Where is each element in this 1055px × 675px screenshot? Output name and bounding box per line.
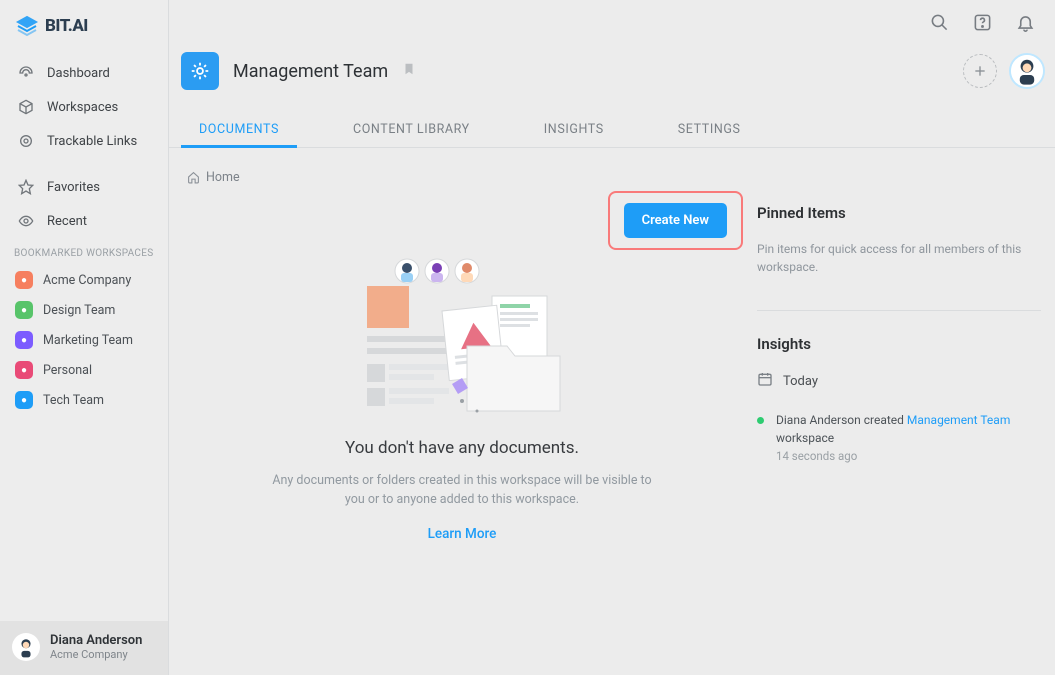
sidebar-item-label: Workspaces xyxy=(47,100,118,115)
sidebar-item-recent[interactable]: Recent xyxy=(0,204,168,238)
today-label: Today xyxy=(783,374,818,389)
insights-title: Insights xyxy=(757,335,1041,353)
bookmarked-workspace-label: Personal xyxy=(43,363,92,378)
bookmarked-workspace-label: Design Team xyxy=(43,303,115,318)
search-icon[interactable] xyxy=(930,13,949,32)
sidebar-nav: Dashboard Workspaces Trackable Links xyxy=(0,56,168,158)
tab-label: CONTENT LIBRARY xyxy=(353,122,470,137)
pinned-items-title: Pinned Items xyxy=(757,204,1041,222)
documents-pane: Home Create New xyxy=(169,148,755,675)
bookmarked-workspace-marketing[interactable]: ● Marketing Team xyxy=(0,325,168,355)
panel-separator xyxy=(757,310,1041,311)
bookmarked-workspace-design[interactable]: ● Design Team xyxy=(0,295,168,325)
home-icon xyxy=(187,170,200,185)
user-org: Acme Company xyxy=(50,648,142,661)
activity-link[interactable]: Management Team xyxy=(907,413,1010,427)
add-member-button[interactable] xyxy=(963,54,997,88)
sidebar-item-trackable-links[interactable]: Trackable Links xyxy=(0,124,168,158)
sidebar-quick: Favorites Recent xyxy=(0,170,168,238)
workspace-title: Management Team xyxy=(233,61,388,82)
right-panel: Pinned Items Pin items for quick access … xyxy=(755,148,1055,675)
workspace-color-chip: ● xyxy=(15,271,33,289)
workspace-color-chip: ● xyxy=(15,391,33,409)
sidebar-item-label: Recent xyxy=(47,214,87,229)
insights-today: Today xyxy=(757,371,1041,391)
box-icon xyxy=(17,98,35,116)
create-new-button[interactable]: Create New xyxy=(624,203,727,238)
empty-title: You don't have any documents. xyxy=(181,438,743,458)
bookmarked-workspace-personal[interactable]: ● Personal xyxy=(0,355,168,385)
workspace-color-chip: ● xyxy=(15,361,33,379)
workspace-header: Management Team xyxy=(169,44,1055,102)
tab-documents[interactable]: DOCUMENTS xyxy=(181,112,297,147)
pinned-items-help: Pin items for quick access for all membe… xyxy=(757,240,1041,276)
activity-item: Diana Anderson created Management Team w… xyxy=(757,411,1041,463)
sidebar-item-dashboard[interactable]: Dashboard xyxy=(0,56,168,90)
gauge-icon xyxy=(17,64,35,82)
bookmarked-workspace-label: Tech Team xyxy=(43,393,104,408)
bookmarked-workspace-label: Acme Company xyxy=(43,273,131,288)
tab-label: SETTINGS xyxy=(678,122,741,137)
eye-icon xyxy=(17,212,35,230)
bookmarked-workspace-tech[interactable]: ● Tech Team xyxy=(0,385,168,415)
bell-icon[interactable] xyxy=(1016,13,1035,32)
brand-logo-icon xyxy=(15,14,39,38)
user-name: Diana Anderson xyxy=(50,633,142,648)
tabs: DOCUMENTS CONTENT LIBRARY INSIGHTS SETTI… xyxy=(169,112,1055,148)
tab-settings[interactable]: SETTINGS xyxy=(660,112,759,147)
help-icon[interactable] xyxy=(973,13,992,32)
bookmarked-workspaces-header: BOOKMARKED WORKSPACES xyxy=(0,238,168,265)
sidebar: BIT.AI Dashboard Workspaces Trackable Li… xyxy=(0,0,169,675)
brand-name: BIT.AI xyxy=(45,16,88,36)
learn-more-link[interactable]: Learn More xyxy=(181,526,743,542)
bookmarked-workspace-label: Marketing Team xyxy=(43,333,133,348)
avatar xyxy=(12,633,40,661)
workspace-color-chip: ● xyxy=(15,301,33,319)
tab-label: DOCUMENTS xyxy=(199,122,279,137)
workspace-color-chip: ● xyxy=(15,331,33,349)
sidebar-user[interactable]: Diana Anderson Acme Company xyxy=(0,621,168,675)
main: Management Team DOCUMENTS CONTENT LIBRAR… xyxy=(169,0,1055,675)
avatar[interactable] xyxy=(1009,53,1045,89)
target-icon xyxy=(17,132,35,150)
activity-time: 14 seconds ago xyxy=(776,449,1041,463)
tab-content-library[interactable]: CONTENT LIBRARY xyxy=(335,112,488,147)
sidebar-item-label: Dashboard xyxy=(47,66,110,81)
status-dot-icon xyxy=(757,417,764,424)
bookmarked-workspace-acme[interactable]: ● Acme Company xyxy=(0,265,168,295)
bookmark-icon[interactable] xyxy=(402,60,416,82)
bookmarked-list: ● Acme Company ● Design Team ● Marketing… xyxy=(0,265,168,415)
sidebar-item-favorites[interactable]: Favorites xyxy=(0,170,168,204)
activity-text: Diana Anderson created Management Team w… xyxy=(776,411,1041,447)
star-icon xyxy=(17,178,35,196)
topbar xyxy=(169,0,1055,44)
calendar-icon xyxy=(757,371,773,391)
brand-logo[interactable]: BIT.AI xyxy=(0,0,168,56)
tab-insights[interactable]: INSIGHTS xyxy=(526,112,622,147)
tab-label: INSIGHTS xyxy=(544,122,604,137)
workspace-badge xyxy=(181,52,219,90)
empty-illustration xyxy=(181,256,743,426)
breadcrumb-home: Home xyxy=(206,170,240,185)
sidebar-item-workspaces[interactable]: Workspaces xyxy=(0,90,168,124)
sidebar-item-label: Favorites xyxy=(47,180,100,195)
empty-description: Any documents or folders created in this… xyxy=(262,472,662,510)
create-new-highlight: Create New xyxy=(608,191,743,250)
sidebar-item-label: Trackable Links xyxy=(47,134,137,149)
